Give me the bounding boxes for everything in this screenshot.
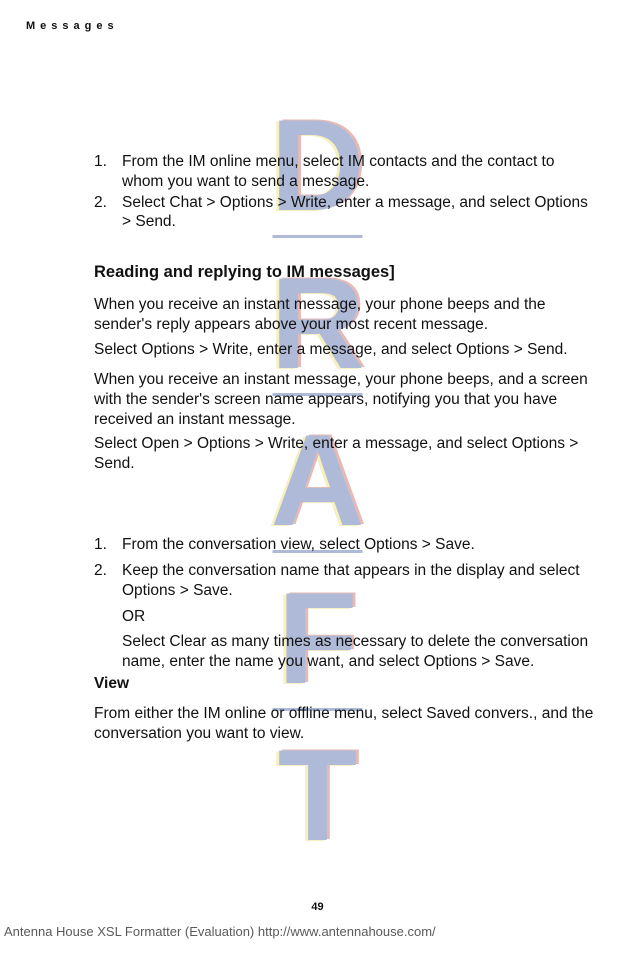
paragraph: When you receive an instant message, you…	[94, 295, 599, 335]
section-heading-view: View	[94, 674, 599, 694]
or-label: OR	[122, 607, 599, 627]
paragraph: Select Open > Options > Write, enter a m…	[94, 434, 599, 474]
paragraph: Select Options > Write, enter a message,…	[94, 340, 599, 360]
list-item: From the IM online menu, select IM conta…	[94, 152, 599, 192]
alt-text: Select Clear as many times as necessary …	[122, 632, 599, 672]
list-item: From the conversation view, select Optio…	[94, 535, 599, 555]
paragraph: When you receive an instant message, you…	[94, 370, 599, 429]
header-label: Messages	[26, 20, 599, 32]
ordered-list-1: From the IM online menu, select IM conta…	[94, 152, 599, 232]
section-heading-reading: Reading and replying to IM messages]	[94, 262, 599, 283]
list-item-text: Keep the conversation name that appears …	[122, 562, 580, 599]
ordered-list-2: From the conversation view, select Optio…	[94, 535, 599, 672]
paragraph: From either the IM online or offline men…	[94, 704, 599, 744]
list-item: Select Chat > Options > Write, enter a m…	[94, 193, 599, 233]
list-item: Keep the conversation name that appears …	[94, 561, 599, 672]
